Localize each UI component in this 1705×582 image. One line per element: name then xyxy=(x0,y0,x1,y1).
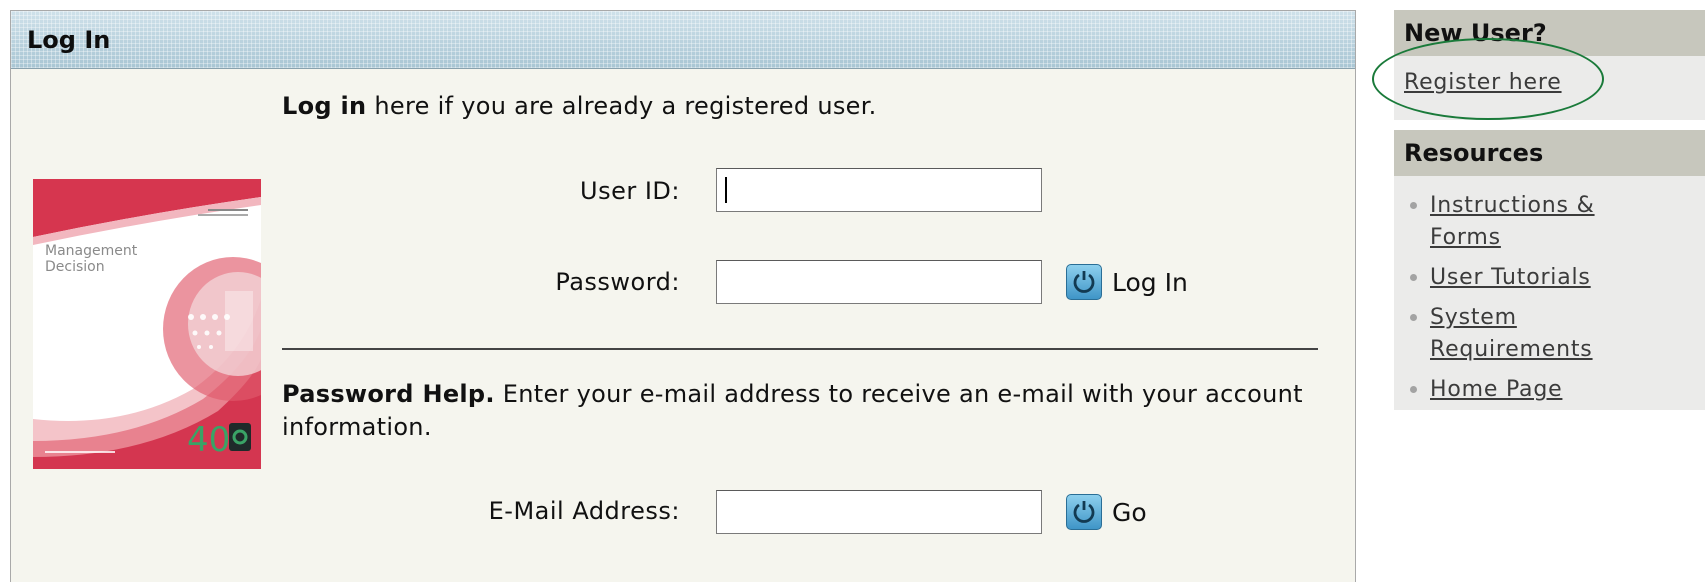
email-label: E-Mail Address: xyxy=(488,497,680,525)
resource-item: Instructions & Forms xyxy=(1406,190,1610,254)
resources-list: Instructions & Forms User Tutorials Syst… xyxy=(1394,176,1705,426)
login-header: Log In xyxy=(11,11,1355,69)
login-intro-bold: Log in xyxy=(282,92,367,120)
new-user-box: New User? Register here xyxy=(1394,10,1705,120)
cover-badge: 40 xyxy=(187,420,230,460)
resource-item: Home Page xyxy=(1406,374,1705,406)
refresh-go-icon xyxy=(1066,494,1102,530)
resource-link-tutorials[interactable]: User Tutorials xyxy=(1430,265,1591,290)
go-button[interactable]: Go xyxy=(1066,494,1147,530)
email-input[interactable] xyxy=(716,490,1042,534)
new-user-heading: New User? xyxy=(1394,10,1705,56)
resource-link-system-requirements[interactable]: System Requirements xyxy=(1430,305,1593,362)
cover-title-line2: Decision xyxy=(45,259,105,275)
go-button-label: Go xyxy=(1112,497,1147,527)
refresh-go-icon xyxy=(1066,264,1102,300)
divider xyxy=(282,348,1318,350)
login-button-label: Log In xyxy=(1112,267,1188,297)
login-intro: Log in here if you are already a registe… xyxy=(282,92,877,120)
cover-title-line1: Management xyxy=(45,243,138,259)
resource-link-instructions[interactable]: Instructions & Forms xyxy=(1430,193,1595,250)
user-id-input[interactable] xyxy=(716,168,1042,212)
resource-item: User Tutorials xyxy=(1406,262,1705,294)
resource-item: System Requirements xyxy=(1406,302,1610,366)
resource-link-home[interactable]: Home Page xyxy=(1430,377,1562,402)
user-id-label: User ID: xyxy=(580,177,680,205)
password-input[interactable] xyxy=(716,260,1042,304)
login-title: Log In xyxy=(27,25,111,54)
login-button[interactable]: Log In xyxy=(1066,264,1188,300)
register-link[interactable]: Register here xyxy=(1404,70,1562,95)
password-help-text: Password Help. Enter your e-mail address… xyxy=(282,378,1342,444)
resources-box: Resources Instructions & Forms User Tuto… xyxy=(1394,130,1705,410)
password-help-bold: Password Help. xyxy=(282,380,495,408)
login-intro-text: here if you are already a registered use… xyxy=(366,92,877,120)
journal-cover-image: Management Decision 40 xyxy=(33,179,261,469)
password-label: Password: xyxy=(555,268,680,296)
resources-heading: Resources xyxy=(1394,130,1705,176)
